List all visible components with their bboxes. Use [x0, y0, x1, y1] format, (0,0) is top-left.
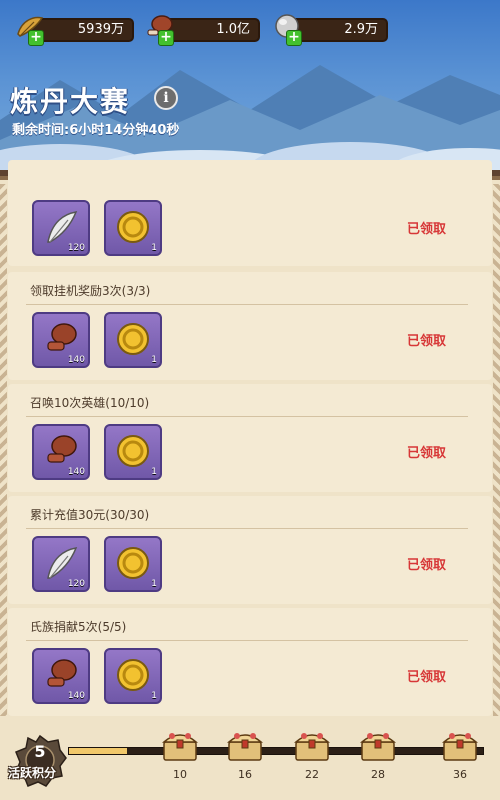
divider — [26, 416, 468, 417]
reward-count: 1 — [151, 691, 157, 701]
reward-slot-meat[interactable]: 140 — [32, 648, 90, 704]
milestone-chest-icon[interactable] — [225, 726, 265, 766]
meat-icon — [47, 323, 77, 351]
reward-count: 140 — [67, 691, 85, 701]
milestone-label: 28 — [371, 768, 385, 781]
reward-count: 120 — [67, 579, 85, 589]
reward-count: 140 — [67, 355, 85, 365]
resource-feather[interactable]: 5939万 + — [14, 16, 134, 46]
claimed-status: 已领取 — [406, 446, 446, 461]
milestone-chest-icon[interactable] — [440, 726, 480, 766]
gold-coin-icon — [117, 435, 149, 467]
milestone-label: 16 — [238, 768, 252, 781]
claimed-status: 已领取 — [406, 222, 446, 237]
reward-count: 1 — [151, 579, 157, 589]
progress-track — [68, 747, 484, 755]
resource-meat-value: 1.0亿 — [160, 18, 260, 42]
resource-feather-value: 5939万 — [30, 18, 134, 42]
reward-slot-feather[interactable]: 120 — [32, 200, 90, 256]
reward-slot-coin[interactable]: 1 — [104, 424, 162, 480]
task-row: 领取挂机奖励3次(3/3) 140 1 已领取 — [8, 272, 492, 380]
add-feather-button[interactable]: + — [28, 30, 44, 46]
resource-stone-value: 2.9万 — [288, 18, 388, 42]
claimed-status: 已领取 — [406, 334, 446, 349]
milestone-chest-icon[interactable] — [292, 726, 332, 766]
reward-count: 120 — [67, 243, 85, 253]
progress-fill — [69, 748, 127, 754]
meat-icon — [47, 435, 77, 463]
task-label: 累计充值30元(30/30) — [30, 508, 150, 522]
reward-slot-meat[interactable]: 140 — [32, 424, 90, 480]
reward-count: 1 — [151, 243, 157, 253]
score-value: 5 — [34, 742, 46, 761]
claimed-status: 已领取 — [406, 558, 446, 573]
resource-meat[interactable]: 1.0亿 + — [144, 15, 260, 46]
feather-icon — [47, 211, 78, 243]
task-row: 累计充值30元(30/30) 120 1 已领取 — [8, 496, 492, 604]
add-stone-button[interactable]: + — [286, 30, 302, 46]
milestone-chest-icon[interactable] — [160, 726, 200, 766]
reward-count: 140 — [67, 467, 85, 477]
milestone-label: 10 — [173, 768, 187, 781]
divider — [26, 528, 468, 529]
task-row: 氏族捐献5次(5/5) 140 1 已领取 — [8, 608, 492, 716]
reward-slot-coin[interactable]: 1 — [104, 648, 162, 704]
reward-count: 1 — [151, 355, 157, 365]
activity-progress: 5 活跃积分 10 16 22 28 36 — [0, 716, 500, 800]
reward-slot-coin[interactable]: 1 — [104, 200, 162, 256]
task-label: 召唤10次英雄(10/10) — [30, 396, 150, 410]
gold-coin-icon — [117, 211, 149, 243]
feather-icon — [47, 547, 78, 579]
milestone-label: 22 — [305, 768, 319, 781]
info-icon[interactable]: i — [154, 86, 178, 110]
left-border-decoration — [0, 184, 7, 716]
add-meat-button[interactable]: + — [158, 30, 174, 46]
milestone-label: 36 — [453, 768, 467, 781]
event-header: 5939万 + 1.0亿 + 2.9万 + 炼丹大赛 i 剩余时间:6小时14分… — [0, 0, 500, 178]
milestone-chest-icon[interactable] — [358, 726, 398, 766]
gold-coin-icon — [117, 547, 149, 579]
reward-slot-meat[interactable]: 140 — [32, 312, 90, 368]
reward-slot-coin[interactable]: 1 — [104, 536, 162, 592]
resource-stone[interactable]: 2.9万 + — [272, 14, 388, 46]
task-label: 领取挂机奖励3次(3/3) — [30, 284, 151, 298]
page-title: 炼丹大赛 — [10, 85, 131, 118]
divider — [26, 640, 468, 641]
task-label: 氏族捐献5次(5/5) — [30, 620, 127, 634]
task-row: 召唤10次英雄(10/10) 140 1 已领取 — [8, 384, 492, 492]
claimed-status: 已领取 — [406, 670, 446, 685]
reward-slot-coin[interactable]: 1 — [104, 312, 162, 368]
gold-coin-icon — [117, 323, 149, 355]
divider — [26, 304, 468, 305]
reward-count: 1 — [151, 467, 157, 477]
reward-slot-feather[interactable]: 120 — [32, 536, 90, 592]
gold-coin-icon — [117, 659, 149, 691]
score-label: 活跃积分 — [8, 766, 57, 780]
task-row: 120 1 已领取 — [8, 160, 492, 266]
remaining-time: 剩余时间:6小时14分钟40秒 — [12, 123, 180, 138]
meat-icon — [47, 659, 77, 687]
right-border-decoration — [493, 184, 500, 716]
